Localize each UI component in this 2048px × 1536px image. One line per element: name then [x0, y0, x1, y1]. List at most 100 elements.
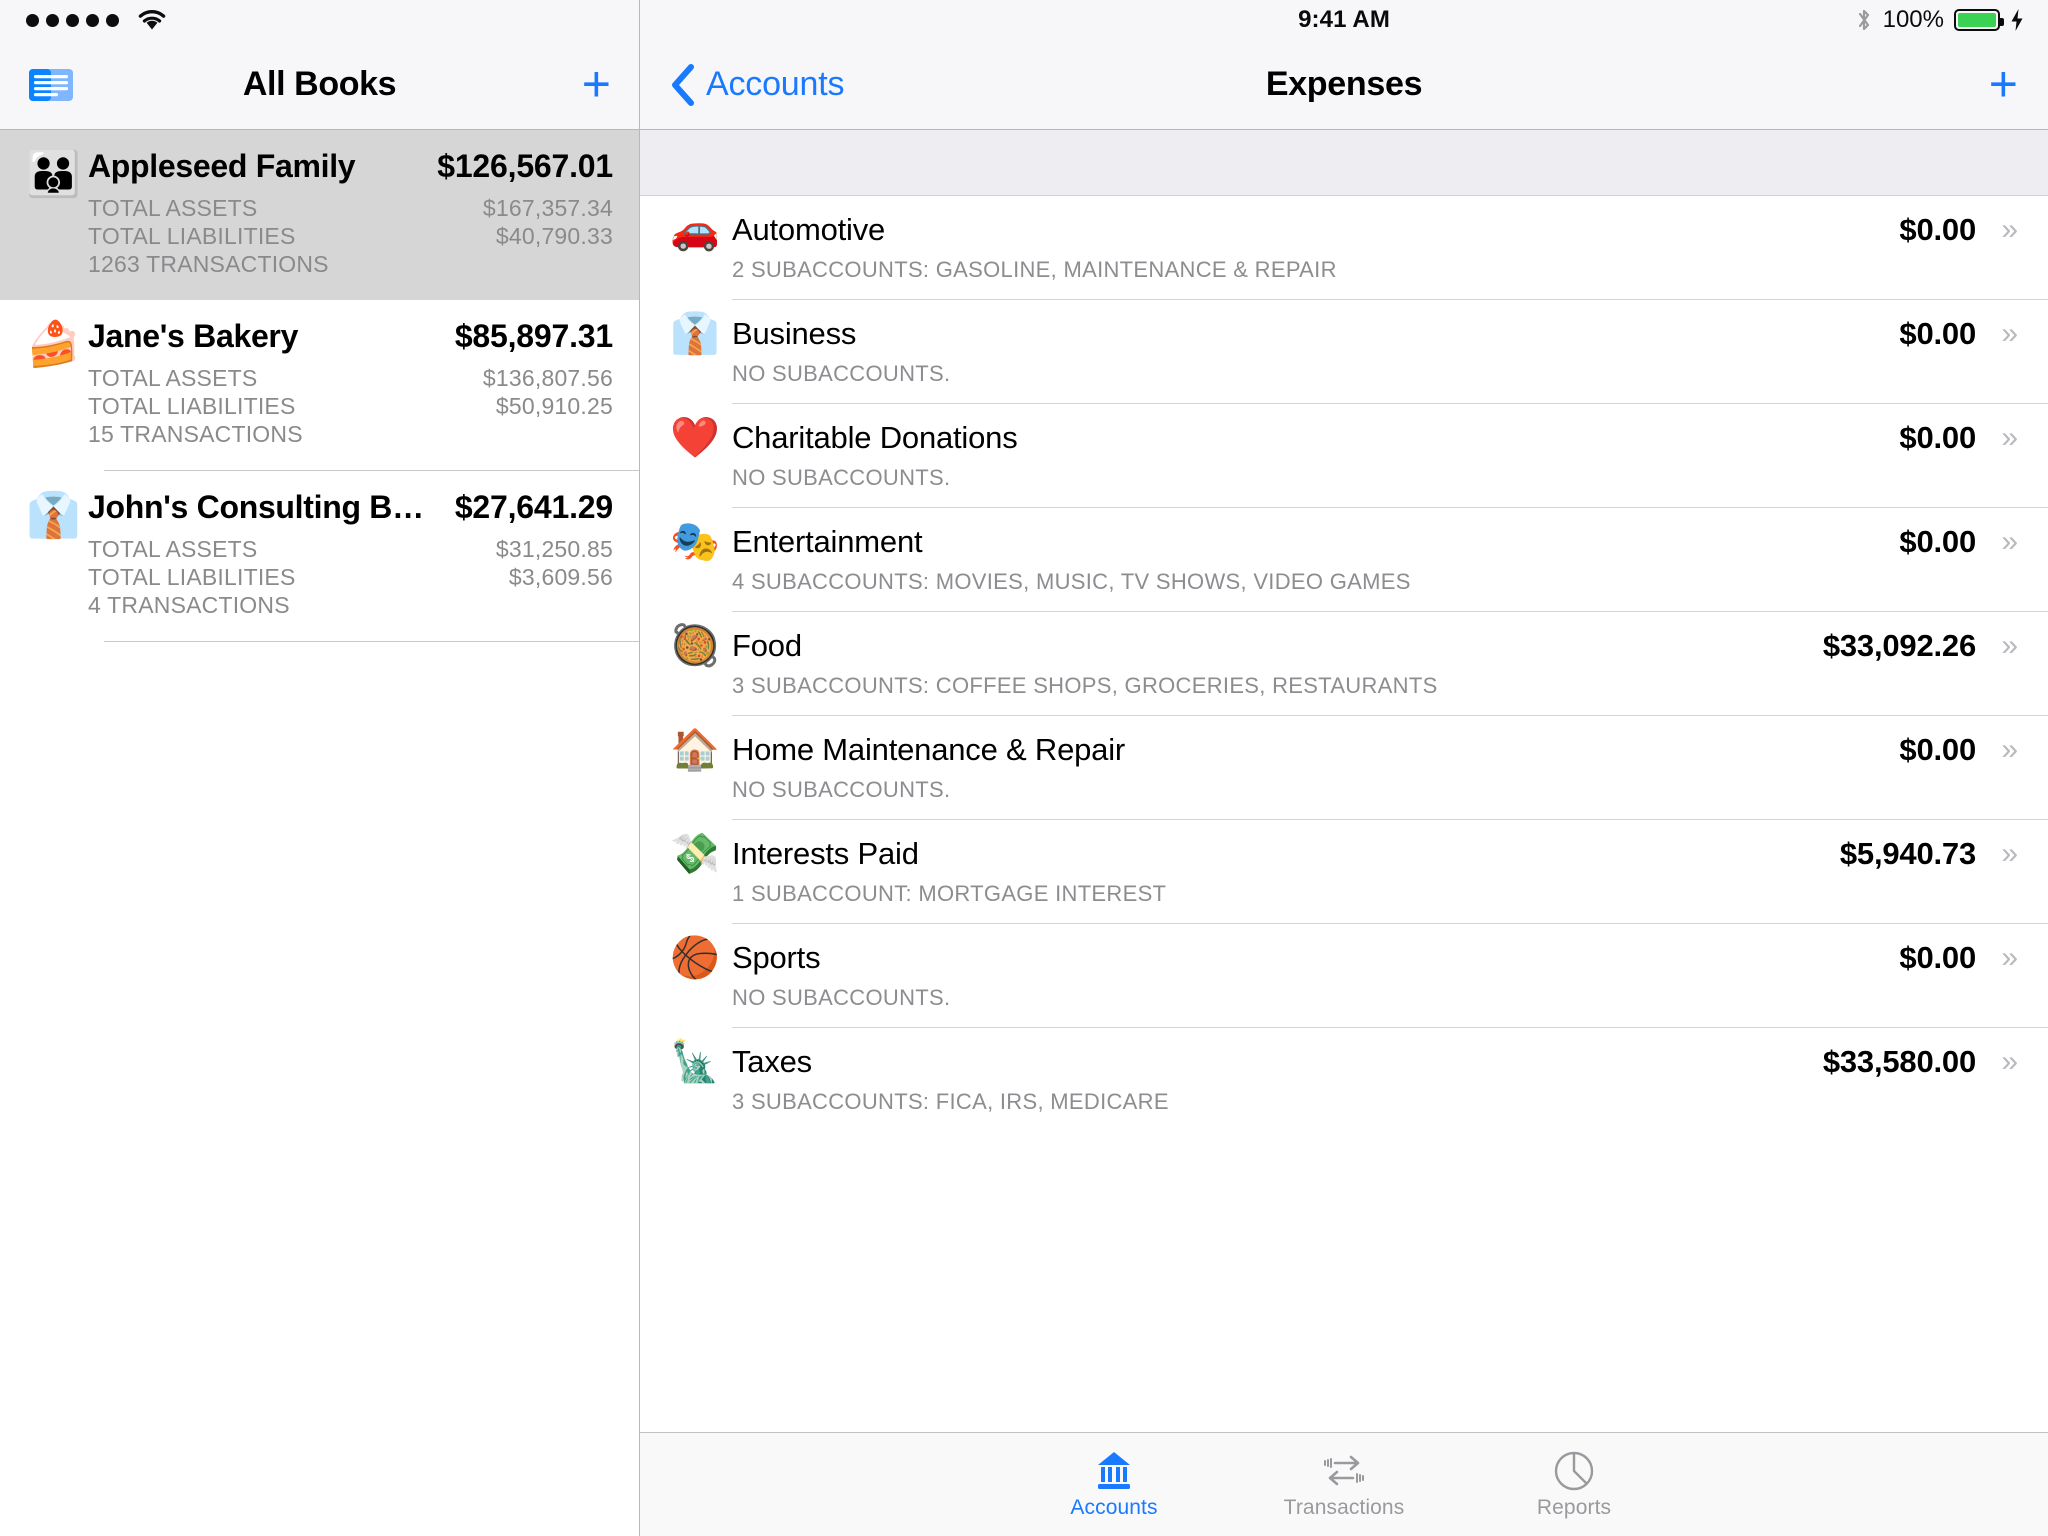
category-main: 🚗 Automotive $0.00 »: [670, 210, 2018, 250]
category-main: ❤️ Charitable Donations $0.00 »: [670, 418, 2018, 458]
book-transactions: 1263 TRANSACTIONS: [88, 250, 613, 278]
total-assets-value: $167,357.34: [482, 195, 613, 221]
category-row-automotive[interactable]: 🚗 Automotive $0.00 » 2 SUBACCOUNTS: GASO…: [640, 196, 2048, 299]
detail-navbar: Accounts Expenses +: [640, 40, 2048, 130]
category-subaccounts: 1 SUBACCOUNT: MORTGAGE INTEREST: [732, 881, 1167, 906]
category-row-entertainment[interactable]: 🎭 Entertainment $0.00 » 4 SUBACCOUNTS: M…: [640, 508, 2048, 611]
category-amount: $0.00: [1899, 524, 1976, 559]
category-subaccounts: 3 SUBACCOUNTS: COFFEE SHOPS, GROCERIES, …: [732, 673, 1438, 698]
detail-title: Expenses: [1265, 65, 1423, 103]
transaction-count: 15 TRANSACTIONS: [88, 421, 303, 448]
expense-categories-list: 🚗 Automotive $0.00 » 2 SUBACCOUNTS: GASO…: [640, 196, 2048, 1536]
app-root: All Books + 👪 Appleseed Family $126,567.…: [0, 0, 2048, 1536]
category-name: Sports: [732, 940, 821, 975]
double-chevron-right-icon: »: [2001, 733, 2018, 766]
category-subaccounts: NO SUBACCOUNTS.: [732, 361, 951, 386]
list-section-header: [640, 130, 2048, 196]
total-liabilities-label: TOTAL LIABILITIES: [88, 223, 296, 250]
tab-label-reports: Reports: [1536, 1495, 1612, 1519]
status-bar-right: 100%: [1855, 0, 2024, 40]
books-list: 👪 Appleseed Family $126,567.01 TOTAL ASS…: [0, 130, 639, 1536]
tab-label-transactions: Transactions: [1283, 1495, 1405, 1519]
category-row-home-maintenance-and-repair[interactable]: 🏠 Home Maintenance & Repair $0.00 » NO S…: [640, 716, 2048, 819]
expenses-detail-pane: 9:41 AM 100% Accounts Expenses + 🚗 Autom…: [640, 0, 2048, 1536]
total-liabilities-label: TOTAL LIABILITIES: [88, 393, 296, 420]
category-main: 🗽 Taxes $33,580.00 »: [670, 1042, 2018, 1082]
book-total-assets: TOTAL ASSETS $31,250.85: [88, 535, 613, 563]
category-name: Entertainment: [732, 524, 923, 559]
category-main: 👔 Business $0.00 »: [670, 314, 2018, 354]
book-total-liabilities: TOTAL LIABILITIES $50,910.25: [88, 392, 613, 420]
add-book-button[interactable]: +: [582, 59, 611, 109]
category-row-sports[interactable]: 🏀 Sports $0.00 » NO SUBACCOUNTS.: [640, 924, 2048, 1027]
category-row-business[interactable]: 👔 Business $0.00 » NO SUBACCOUNTS.: [640, 300, 2048, 403]
book-details: Jane's Bakery $85,897.31 TOTAL ASSETS $1…: [88, 318, 613, 448]
book-row-appleseed-family[interactable]: 👪 Appleseed Family $126,567.01 TOTAL ASS…: [0, 130, 639, 301]
book-total-assets: TOTAL ASSETS $136,807.56: [88, 364, 613, 392]
category-row-food[interactable]: 🥘 Food $33,092.26 » 3 SUBACCOUNTS: COFFE…: [640, 612, 2048, 715]
category-row-charitable-donations[interactable]: ❤️ Charitable Donations $0.00 » NO SUBAC…: [640, 404, 2048, 507]
book-meta: TOTAL ASSETS $167,357.34 TOTAL LIABILITI…: [88, 194, 613, 278]
book-total-liabilities: TOTAL LIABILITIES $3,609.56: [88, 563, 613, 591]
category-amount: $33,092.26: [1822, 628, 1976, 663]
category-name: Food: [732, 628, 802, 663]
double-chevron-right-icon: »: [2001, 317, 2018, 350]
bank-icon: [1092, 1450, 1136, 1492]
book-total-liabilities: TOTAL LIABILITIES $40,790.33: [88, 222, 613, 250]
double-chevron-right-icon: »: [2001, 837, 2018, 870]
tab-accounts[interactable]: Accounts: [999, 1450, 1229, 1520]
book-name: John's Consulting B…: [88, 489, 424, 526]
bluetooth-icon: [1855, 6, 1873, 34]
total-liabilities-label: TOTAL LIABILITIES: [88, 564, 296, 591]
book-transactions: 4 TRANSACTIONS: [88, 591, 613, 619]
total-liabilities-value: $3,609.56: [508, 564, 613, 591]
category-row-interests-paid[interactable]: 💸 Interests Paid $5,940.73 » 1 SUBACCOUN…: [640, 820, 2048, 923]
car-emoji: 🚗: [670, 208, 720, 252]
lightning-bolt-icon: [2010, 8, 2024, 32]
chevron-left-icon: [670, 63, 696, 106]
back-button-label: Accounts: [706, 65, 845, 103]
double-chevron-right-icon: »: [2001, 1045, 2018, 1078]
category-subaccounts: 3 SUBACCOUNTS: FICA, IRS, MEDICARE: [732, 1089, 1169, 1114]
book-meta: TOTAL ASSETS $31,250.85 TOTAL LIABILITIE…: [88, 535, 613, 619]
book-header: John's Consulting B… $27,641.29: [88, 489, 613, 526]
sidebar-navbar: All Books +: [0, 40, 639, 130]
pie-chart-icon: [1552, 1450, 1596, 1492]
statue-of-liberty-emoji: 🗽: [670, 1040, 720, 1084]
books-sidebar: All Books + 👪 Appleseed Family $126,567.…: [0, 0, 640, 1536]
shallow-pan-of-food-emoji: 🥘: [670, 624, 720, 668]
book-name: Jane's Bakery: [88, 318, 299, 355]
double-chevron-right-icon: »: [2001, 213, 2018, 246]
category-main: 🏠 Home Maintenance & Repair $0.00 »: [670, 730, 2018, 770]
category-amount: $0.00: [1899, 420, 1976, 455]
category-main: 🏀 Sports $0.00 »: [670, 938, 2018, 978]
status-bar-time: 9:41 AM: [1298, 6, 1390, 33]
tab-label-accounts: Accounts: [1070, 1495, 1158, 1519]
money-with-wings-emoji: 💸: [670, 832, 720, 876]
total-liabilities-value: $40,790.33: [495, 223, 613, 250]
category-name: Home Maintenance & Repair: [732, 732, 1126, 767]
book-row-janes-bakery[interactable]: 🍰 Jane's Bakery $85,897.31 TOTAL ASSETS …: [0, 300, 639, 470]
battery-percent-label: 100%: [1882, 6, 1944, 33]
book-balance: $126,567.01: [437, 148, 613, 184]
transaction-count: 4 TRANSACTIONS: [88, 592, 290, 619]
bottom-tab-bar: Accounts Transactions Reports: [640, 1432, 2048, 1536]
performing-arts-emoji: 🎭: [670, 520, 720, 564]
book-details: John's Consulting B… $27,641.29 TOTAL AS…: [88, 489, 613, 619]
book-row-johns-consulting-business[interactable]: 👔 John's Consulting B… $27,641.29 TOTAL …: [0, 471, 639, 641]
list-divider: [104, 641, 639, 643]
category-main: 🥘 Food $33,092.26 »: [670, 626, 2018, 666]
book-total-assets: TOTAL ASSETS $167,357.34: [88, 194, 613, 222]
add-category-button[interactable]: +: [1989, 59, 2018, 109]
category-subaccounts: NO SUBACCOUNTS.: [732, 777, 951, 802]
tab-transactions[interactable]: Transactions: [1229, 1450, 1459, 1520]
category-row-taxes[interactable]: 🗽 Taxes $33,580.00 » 3 SUBACCOUNTS: FICA…: [640, 1028, 2048, 1131]
necktie-emoji: 👔: [26, 491, 81, 541]
transaction-count: 1263 TRANSACTIONS: [88, 251, 329, 278]
category-amount: $5,940.73: [1839, 836, 1976, 871]
category-amount: $0.00: [1899, 940, 1976, 975]
double-chevron-right-icon: »: [2001, 941, 2018, 974]
book-details: Appleseed Family $126,567.01 TOTAL ASSET…: [88, 148, 613, 278]
back-to-accounts-button[interactable]: Accounts: [670, 63, 845, 106]
tab-reports[interactable]: Reports: [1459, 1450, 1689, 1520]
